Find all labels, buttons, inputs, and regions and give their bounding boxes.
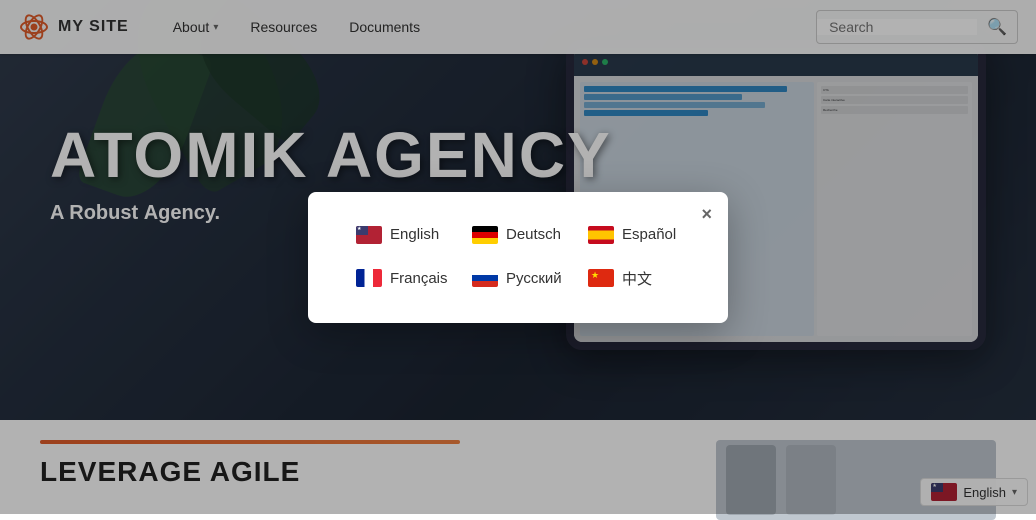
lang-label-english: English bbox=[390, 226, 439, 243]
lang-option-deutsch[interactable]: Deutsch bbox=[464, 222, 572, 248]
flag-english bbox=[356, 226, 382, 244]
lang-option-english[interactable]: English bbox=[348, 222, 456, 248]
flag-francais bbox=[356, 269, 382, 287]
flag-deutsch bbox=[472, 226, 498, 244]
lang-label-deutsch: Deutsch bbox=[506, 226, 561, 243]
lang-option-chinese[interactable]: 中文 bbox=[580, 264, 688, 293]
lang-label-francais: Français bbox=[390, 270, 448, 287]
lang-label-chinese: 中文 bbox=[622, 268, 652, 289]
language-modal: × English Deutsch Español Français Русск… bbox=[308, 192, 728, 323]
lang-label-russian: Русский bbox=[506, 270, 562, 287]
modal-close-button[interactable]: × bbox=[701, 204, 712, 225]
flag-russian bbox=[472, 269, 498, 287]
lang-option-espanol[interactable]: Español bbox=[580, 222, 688, 248]
lang-label-espanol: Español bbox=[622, 226, 676, 243]
lang-option-francais[interactable]: Français bbox=[348, 264, 456, 293]
lang-option-russian[interactable]: Русский bbox=[464, 264, 572, 293]
flag-espanol bbox=[588, 226, 614, 244]
language-modal-overlay[interactable]: × English Deutsch Español Français Русск… bbox=[0, 0, 1036, 514]
language-grid: English Deutsch Español Français Русский bbox=[348, 222, 688, 293]
flag-chinese bbox=[588, 269, 614, 287]
